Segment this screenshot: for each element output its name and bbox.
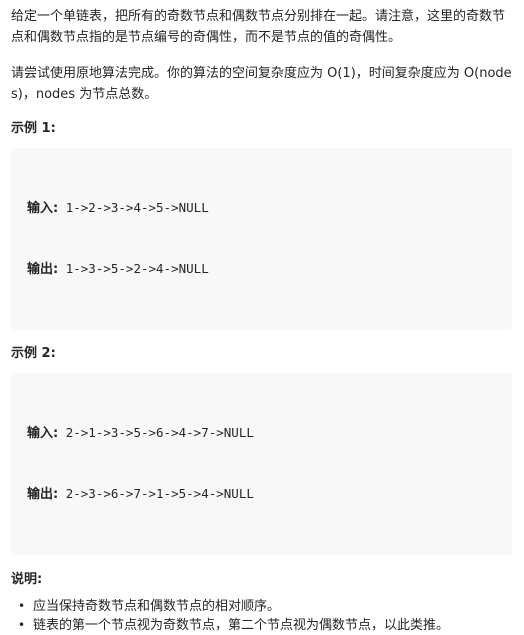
example-2-output-value: 2->3->6->7->1->5->4->NULL [58,486,254,501]
example-2-output-line: 输出: 2->3->6->7->1->5->4->NULL [27,484,496,505]
bullet-icon: • [18,599,26,613]
description-paragraph-1: 给定一个单链表，把所有的奇数节点和偶数节点分别排在一起。请注意，这里的奇数节点和… [11,9,506,45]
notes-item-text: 应当保持奇数节点和偶数节点的相对顺序。 [33,599,281,614]
example-1-input-value: 1->2->3->4->5->NULL [58,200,209,215]
notes-list-item: • 应当保持奇数节点和偶数节点的相对顺序。 [18,597,512,616]
bullet-icon: • [18,618,26,632]
example-1-input-line: 输入: 1->2->3->4->5->NULL [27,198,496,219]
description-paragraph-2: 请尝试使用原地算法完成。你的算法的空间复杂度应为 O(1)，时间复杂度应为 O(… [11,66,512,102]
example-1-output-label: 输出: [27,262,59,277]
example-2-output-label: 输出: [27,487,59,502]
example-2-input-label: 输入: [27,426,59,441]
example-1-block: 输入: 1->2->3->4->5->NULL 输出: 1->3->5->2->… [11,148,512,330]
notes-list-item: • 链表的第一个节点视为奇数节点，第二个节点视为偶数节点，以此类推。 [18,616,512,635]
notes-item-text: 链表的第一个节点视为奇数节点，第二个节点视为偶数节点，以此类推。 [33,618,450,633]
notes-list: • 应当保持奇数节点和偶数节点的相对顺序。 • 链表的第一个节点视为奇数节点，第二个… [11,597,512,635]
notes-heading: 说明: [11,572,43,587]
example-2-input-value: 2->1->3->5->6->4->7->NULL [58,425,254,440]
example-1-input-label: 输入: [27,201,59,216]
example-2-input-line: 输入: 2->1->3->5->6->4->7->NULL [27,423,496,444]
problem-description: 给定一个单链表，把所有的奇数节点和偶数节点分别排在一起。请注意，这里的奇数节点和… [0,0,524,633]
example-2-block: 输入: 2->1->3->5->6->4->7->NULL 输出: 2->3->… [11,373,512,555]
example-2-heading: 示例 2: [11,346,56,361]
example-1-output-value: 1->3->5->2->4->NULL [58,261,209,276]
example-1-heading: 示例 1: [11,121,56,136]
example-1-output-line: 输出: 1->3->5->2->4->NULL [27,259,496,280]
